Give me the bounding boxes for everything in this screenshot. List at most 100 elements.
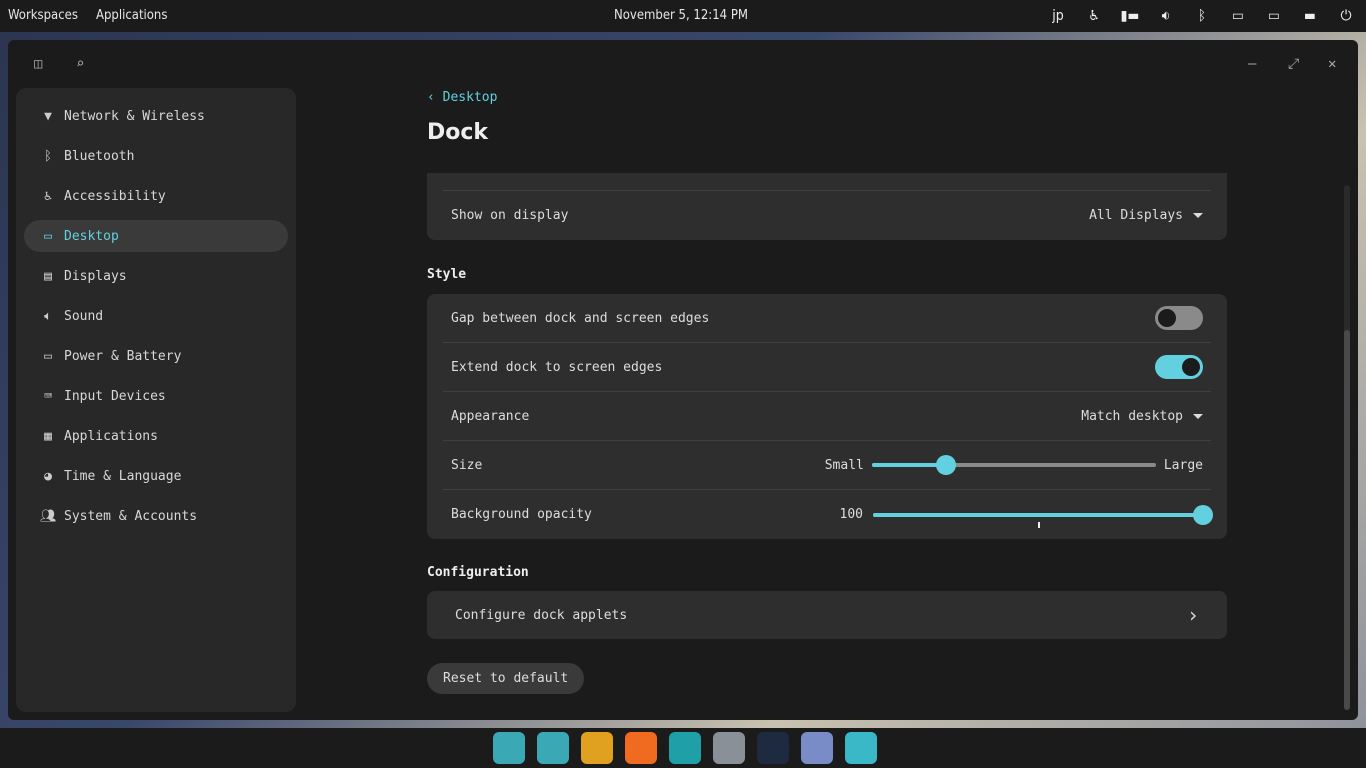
sidebar-toggle-icon[interactable]: ◫ — [34, 56, 42, 72]
close-button[interactable]: ✕ — [1328, 56, 1336, 72]
maximize-button[interactable]: ⤢ — [1288, 56, 1299, 72]
size-slider[interactable] — [871, 455, 1156, 475]
scrollbar[interactable] — [1344, 185, 1350, 710]
dock-launcher-icon[interactable] — [581, 732, 613, 764]
sound-icon: 🔈︎ — [44, 308, 52, 324]
dock-store-icon[interactable] — [801, 732, 833, 764]
dock — [0, 728, 1366, 768]
appearance-label: Appearance — [451, 408, 530, 424]
sidebar-item-label: Time & Language — [64, 468, 182, 484]
chevron-right-icon: › — [1186, 603, 1199, 627]
accessibility-icon[interactable]: ♿ — [1084, 6, 1104, 26]
dropdown-value: All Displays — [1089, 208, 1183, 223]
gap-label: Gap between dock and screen edges — [451, 310, 710, 326]
extend-row: Extend dock to screen edges — [443, 343, 1211, 392]
sidebar-item-power-battery[interactable]: ▭ Power & Battery — [24, 340, 288, 372]
sidebar-item-label: Sound — [64, 308, 104, 324]
sidebar-item-sound[interactable]: 🔈︎ Sound — [24, 300, 288, 332]
sidebar-item-desktop[interactable]: ▭ Desktop — [24, 220, 288, 252]
extend-toggle[interactable] — [1155, 355, 1203, 379]
dock-settings-icon[interactable] — [845, 732, 877, 764]
volume-icon[interactable]: 🔉︎ — [1156, 6, 1176, 26]
display-card: Show on display All Displays — [427, 173, 1227, 240]
sidebar-item-label: Network & Wireless — [64, 108, 205, 124]
configure-applets-row[interactable]: Configure dock applets › — [427, 591, 1227, 639]
apps-icon: ▦ — [44, 428, 52, 444]
sidebar: ▼ Network & Wireless ᛒ Bluetooth ♿ Accessibil… — [16, 88, 296, 712]
sidebar-item-applications[interactable]: ▦ Applications — [24, 420, 288, 452]
sidebar-item-accessibility[interactable]: ♿ Accessibility — [24, 180, 288, 212]
dock-firefox-icon[interactable] — [625, 732, 657, 764]
minimize-button[interactable]: – — [1248, 56, 1256, 72]
dock-terminal-icon[interactable] — [757, 732, 789, 764]
network-icon[interactable]: ▭ — [1228, 6, 1248, 26]
search-icon[interactable]: ⌕ — [76, 56, 84, 72]
sidebar-item-label: Input Devices — [64, 388, 166, 404]
sidebar-item-system-accounts[interactable]: 👥︎ System & Accounts — [24, 500, 288, 532]
accessibility-icon: ♿ — [44, 188, 52, 204]
extend-label: Extend dock to screen edges — [451, 359, 663, 375]
desktop-icon: ▭ — [44, 228, 52, 244]
workspaces-icon[interactable]: ▮▬ — [1120, 6, 1140, 26]
sidebar-item-label: Displays — [64, 268, 127, 284]
opacity-row: Background opacity 100 — [443, 490, 1213, 539]
show-on-display-dropdown[interactable]: All Displays — [1089, 208, 1203, 223]
dock-text-editor-icon[interactable] — [713, 732, 745, 764]
size-label: Size — [451, 457, 483, 473]
caret-down-icon — [1193, 213, 1203, 218]
back-label: Desktop — [442, 90, 498, 105]
battery-icon: ▭ — [44, 348, 52, 364]
sidebar-item-label: Accessibility — [64, 188, 166, 204]
size-min-label: Small — [824, 457, 864, 473]
displays-icon: ▤ — [44, 268, 52, 284]
applications-button[interactable]: Applications — [96, 8, 167, 23]
opacity-label: Background opacity — [451, 507, 592, 522]
dock-app-library-icon[interactable] — [493, 732, 525, 764]
size-row: Size Small Large — [443, 441, 1211, 490]
dock-files-icon[interactable] — [669, 732, 701, 764]
reset-button[interactable]: Reset to default — [427, 663, 585, 694]
dropdown-value: Match desktop — [1081, 408, 1183, 424]
battery-icon[interactable]: ▭ — [1264, 6, 1284, 26]
top-panel: Workspaces Applications November 5, 12:1… — [0, 0, 1366, 32]
sidebar-item-input-devices[interactable]: ⌨ Input Devices — [24, 380, 288, 412]
sidebar-item-time-language[interactable]: ◕ Time & Language — [24, 460, 288, 492]
show-on-display-row: Show on display All Displays — [443, 191, 1211, 240]
globe-icon: ◕ — [44, 468, 52, 484]
gap-row: Gap between dock and screen edges — [443, 294, 1211, 343]
sidebar-item-label: Power & Battery — [64, 348, 182, 364]
appearance-dropdown[interactable]: Match desktop — [1081, 409, 1203, 424]
caret-down-icon — [1193, 413, 1203, 419]
clock[interactable]: November 5, 12:14 PM — [614, 8, 748, 23]
style-card: Gap between dock and screen edges Extend… — [427, 294, 1227, 539]
notifications-icon[interactable]: ▬ — [1300, 6, 1320, 26]
sidebar-item-displays[interactable]: ▤ Displays — [24, 260, 288, 292]
power-icon[interactable]: ⏻ — [1336, 6, 1356, 26]
settings-window: ◫ ⌕ – ⤢ ✕ ▼ Network & Wireless ᛒ Bluetooth ♿… — [8, 40, 1358, 720]
users-icon: 👥︎ — [40, 508, 57, 524]
input-method-indicator[interactable]: jp — [1048, 6, 1068, 26]
sidebar-item-label: Applications — [64, 428, 158, 444]
appearance-row: Appearance Match desktop — [443, 392, 1211, 441]
show-on-display-label: Show on display — [451, 208, 569, 223]
configuration-heading: Configuration — [427, 565, 529, 580]
sidebar-item-label: Desktop — [64, 228, 119, 244]
gap-toggle[interactable] — [1155, 306, 1203, 330]
dock-workspaces-icon[interactable] — [537, 732, 569, 764]
bluetooth-icon: ᛒ — [44, 148, 52, 164]
back-link[interactable]: ‹ Desktop — [427, 90, 497, 105]
size-max-label: Large — [1163, 457, 1203, 473]
opacity-value: 100 — [839, 507, 863, 522]
wifi-icon: ▼ — [44, 108, 52, 124]
configure-applets-label: Configure dock applets — [455, 607, 628, 623]
page-title: Dock — [427, 120, 489, 145]
style-heading: Style — [427, 267, 467, 282]
sidebar-item-label: System & Accounts — [64, 508, 198, 524]
workspaces-button[interactable]: Workspaces — [8, 8, 78, 23]
bluetooth-off-icon[interactable]: ᛒ — [1192, 6, 1212, 26]
sidebar-item-network-wireless[interactable]: ▼ Network & Wireless — [24, 100, 288, 132]
opacity-slider[interactable] — [873, 504, 1213, 528]
keyboard-icon: ⌨ — [44, 388, 52, 404]
sidebar-item-bluetooth[interactable]: ᛒ Bluetooth — [24, 140, 288, 172]
sidebar-item-label: Bluetooth — [64, 148, 135, 164]
